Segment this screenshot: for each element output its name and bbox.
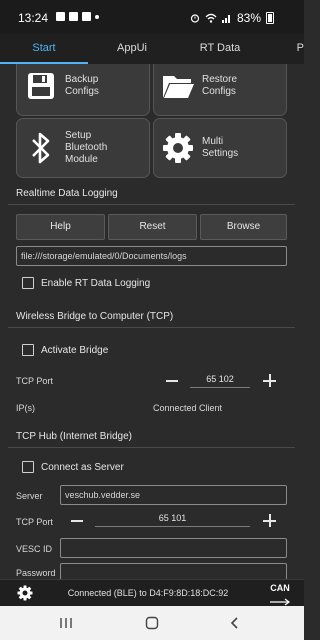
notification-icons (56, 12, 99, 21)
battery-icon (266, 12, 274, 24)
activate-bridge-checkbox[interactable] (22, 344, 34, 356)
youtube-icon (82, 12, 91, 21)
bridge-port-value[interactable]: 65 102 (190, 374, 250, 384)
bridge-port-plus-icon[interactable] (263, 374, 276, 387)
gallery-icon (69, 12, 78, 21)
help-button[interactable]: Help (16, 214, 105, 240)
back-icon[interactable] (229, 616, 241, 630)
wireless-bridge-title: Wireless Bridge to Computer (TCP) (16, 311, 174, 322)
bridge-tcp-port-label: TCP Port (16, 376, 53, 386)
status-bar: 13:24 83% (0, 0, 304, 34)
hub-tcp-port-label: TCP Port (16, 517, 53, 527)
notification-icon (56, 12, 65, 21)
hub-port-minus-icon[interactable] (71, 520, 83, 522)
server-field[interactable]: veschub.vedder.se (60, 485, 287, 505)
log-path-field[interactable]: file:///storage/emulated/0/Documents/log… (16, 246, 287, 266)
tab-appui[interactable]: AppUi (88, 34, 176, 64)
setup-bluetooth-label: Setup Bluetooth Module (65, 130, 108, 165)
password-label: Password (16, 568, 56, 578)
vesc-id-field[interactable] (60, 538, 287, 558)
tab-bar: Start AppUi RT Data P (0, 34, 304, 64)
hub-port-underline (95, 526, 250, 527)
can-button[interactable]: CAN (268, 583, 292, 606)
connected-client-label: Connected Client (153, 403, 223, 413)
reset-button[interactable]: Reset (108, 214, 197, 240)
backup-configs-button[interactable]: Backup Configs (16, 64, 150, 116)
can-arrow-icon (270, 598, 290, 606)
home-icon[interactable] (145, 616, 159, 630)
realtime-logging-title: Realtime Data Logging (16, 188, 118, 199)
wifi-icon (205, 13, 217, 23)
backup-configs-label: Backup Configs (65, 74, 99, 97)
enable-rt-logging-checkbox[interactable] (22, 277, 34, 289)
hub-port-plus-icon[interactable] (263, 514, 276, 527)
setup-bluetooth-button[interactable]: Setup Bluetooth Module (16, 118, 150, 178)
restore-configs-label: Restore Configs (202, 74, 238, 97)
android-nav-bar (0, 606, 304, 640)
connect-as-server-checkbox[interactable] (22, 461, 34, 473)
multi-settings-button[interactable]: Multi Settings (153, 118, 287, 178)
bluetooth-icon (32, 132, 50, 164)
more-notifications-icon (95, 14, 99, 19)
connection-bar: Connected (BLE) to D4:F9:8D:18:DC:92 CAN (0, 579, 304, 606)
restore-configs-button[interactable]: Restore Configs (153, 64, 287, 116)
server-label: Server (16, 491, 43, 501)
browse-button[interactable]: Browse (200, 214, 287, 240)
connection-status: Connected (BLE) to D4:F9:8D:18:DC:92 (67, 588, 229, 598)
enable-rt-logging-label: Enable RT Data Logging (41, 278, 151, 289)
battery-percent: 83% (236, 11, 261, 25)
folder-open-icon (163, 76, 194, 98)
connect-as-server-label: Connect as Server (41, 462, 124, 473)
bridge-port-underline (190, 387, 250, 388)
settings-gear-icon[interactable] (17, 585, 33, 601)
tab-rt-data[interactable]: RT Data (176, 34, 264, 64)
main-content[interactable]: Backup Configs Restore Configs Setup Blu… (0, 64, 304, 579)
activate-bridge-label: Activate Bridge (41, 345, 109, 356)
tab-start[interactable]: Start (0, 34, 88, 64)
tab-partial[interactable]: P (264, 34, 304, 64)
can-label: CAN (270, 583, 290, 593)
bridge-port-minus-icon[interactable] (166, 380, 178, 382)
password-field[interactable] (60, 563, 287, 579)
vesc-id-label: VESC ID (16, 544, 53, 554)
alarm-icon (190, 14, 200, 23)
ips-label: IP(s) (16, 403, 35, 413)
hub-port-value[interactable]: 65 101 (95, 513, 250, 523)
tcp-hub-title: TCP Hub (Internet Bridge) (16, 431, 132, 442)
status-time: 13:24 (18, 11, 49, 25)
signal-icon (221, 15, 230, 23)
gear-icon (163, 133, 193, 163)
recents-icon[interactable] (59, 617, 73, 629)
multi-settings-label: Multi Settings (202, 136, 239, 159)
save-icon (28, 73, 54, 99)
